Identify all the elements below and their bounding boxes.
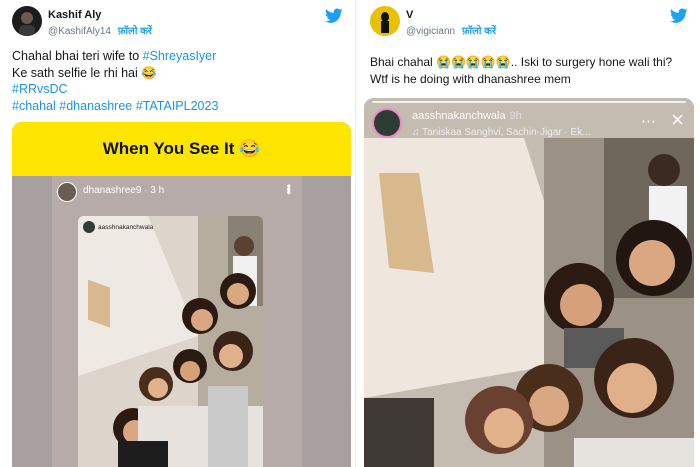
story-username[interactable]: aasshnakanchwala bbox=[412, 110, 506, 122]
story-music-text[interactable]: Taniskaa Sanghvi, Sachin-Jigar · Ek... bbox=[422, 127, 590, 138]
group-selfie-image bbox=[364, 98, 694, 467]
follow-button[interactable]: फ़ॉलो करें bbox=[118, 26, 152, 37]
author-handle[interactable]: @KashifAly14 bbox=[48, 26, 111, 37]
more-options-icon[interactable]: ••• bbox=[282, 184, 296, 194]
story-dot: · bbox=[144, 185, 148, 196]
author-handle-row: @vigiciann फ़ॉलो करें bbox=[406, 23, 496, 37]
tweet-text-line2: Ke sath selfie le rhi hai 😂 bbox=[12, 65, 157, 80]
twitter-bird-icon[interactable] bbox=[670, 8, 688, 24]
inner-story-photo: aasshnakanchwala bbox=[78, 216, 263, 467]
tweet-text: Chahal bhai teri wife to #ShreyasIyer Ke… bbox=[12, 48, 347, 114]
story-progress-bar bbox=[372, 101, 686, 103]
story-time: 9h bbox=[509, 110, 522, 122]
close-icon[interactable]: × bbox=[671, 107, 684, 133]
tweet-right: V @vigiciann फ़ॉलो करें Bhai chahal 😭😭😭😭… bbox=[358, 0, 700, 467]
tweet-header: V @vigiciann फ़ॉलो करें bbox=[370, 6, 690, 42]
mention-link[interactable]: #ShreyasIyer bbox=[143, 49, 217, 63]
author-name[interactable]: V bbox=[406, 9, 413, 21]
tweet-text-line1: Bhai chahal 😭😭😭😭😭.. Iski to surgery hone… bbox=[370, 55, 673, 69]
avatar[interactable] bbox=[12, 6, 42, 36]
tweet-text-line2: Wtf is he doing with dhanashree mem bbox=[370, 71, 571, 86]
tweet-text: Bhai chahal 😭😭😭😭😭.. Iski to surgery hone… bbox=[370, 54, 692, 87]
author-handle[interactable]: @vigiciann bbox=[406, 26, 455, 37]
hashtag-line[interactable]: #chahal #dhanashree #TATAIPL2023 bbox=[12, 98, 347, 115]
story-avatar[interactable] bbox=[57, 182, 77, 202]
tweet-text-line1: Chahal bhai teri wife to bbox=[12, 49, 143, 63]
music-icon: ♫ bbox=[412, 127, 420, 138]
inner-story-avatar bbox=[83, 221, 95, 233]
follow-button[interactable]: फ़ॉलो करें bbox=[462, 26, 496, 37]
tweet-header: Kashif Aly @KashifAly14 फ़ॉलो करें bbox=[12, 6, 345, 42]
tweet-left: Kashif Aly @KashifAly14 फ़ॉलो करें Chaha… bbox=[0, 0, 356, 467]
banner-caption: When You See It 😂 bbox=[12, 122, 351, 176]
tweet-media[interactable]: aasshnakanchwala 9h ♫ Taniskaa Sanghvi, S… bbox=[364, 98, 694, 467]
inner-story-username: aasshnakanchwala bbox=[98, 224, 154, 231]
twitter-bird-icon[interactable] bbox=[325, 8, 343, 24]
avatar[interactable] bbox=[370, 6, 400, 36]
story-username[interactable]: dhanashree9 · 3 h bbox=[83, 185, 164, 196]
author-handle-row: @KashifAly14 फ़ॉलो करें bbox=[48, 23, 152, 37]
story-avatar[interactable] bbox=[372, 108, 402, 138]
hashtag-rrvsdc[interactable]: #RRvsDC bbox=[12, 81, 347, 98]
group-selfie-image bbox=[78, 216, 263, 467]
tweet-media[interactable]: When You See It 😂 dhanashree9 · 3 h ••• bbox=[12, 122, 351, 467]
story-music-row: ♫ Taniskaa Sanghvi, Sachin-Jigar · Ek... bbox=[412, 127, 591, 138]
author-name[interactable]: Kashif Aly bbox=[48, 9, 101, 21]
story-username-row: aasshnakanchwala 9h bbox=[412, 110, 522, 122]
story-screenshot: dhanashree9 · 3 h ••• aasshnakanchwala bbox=[12, 176, 351, 467]
story-username-text: dhanashree9 bbox=[83, 185, 142, 196]
more-options-icon[interactable]: ⋯ bbox=[641, 112, 656, 130]
story-time: 3 h bbox=[150, 185, 165, 196]
